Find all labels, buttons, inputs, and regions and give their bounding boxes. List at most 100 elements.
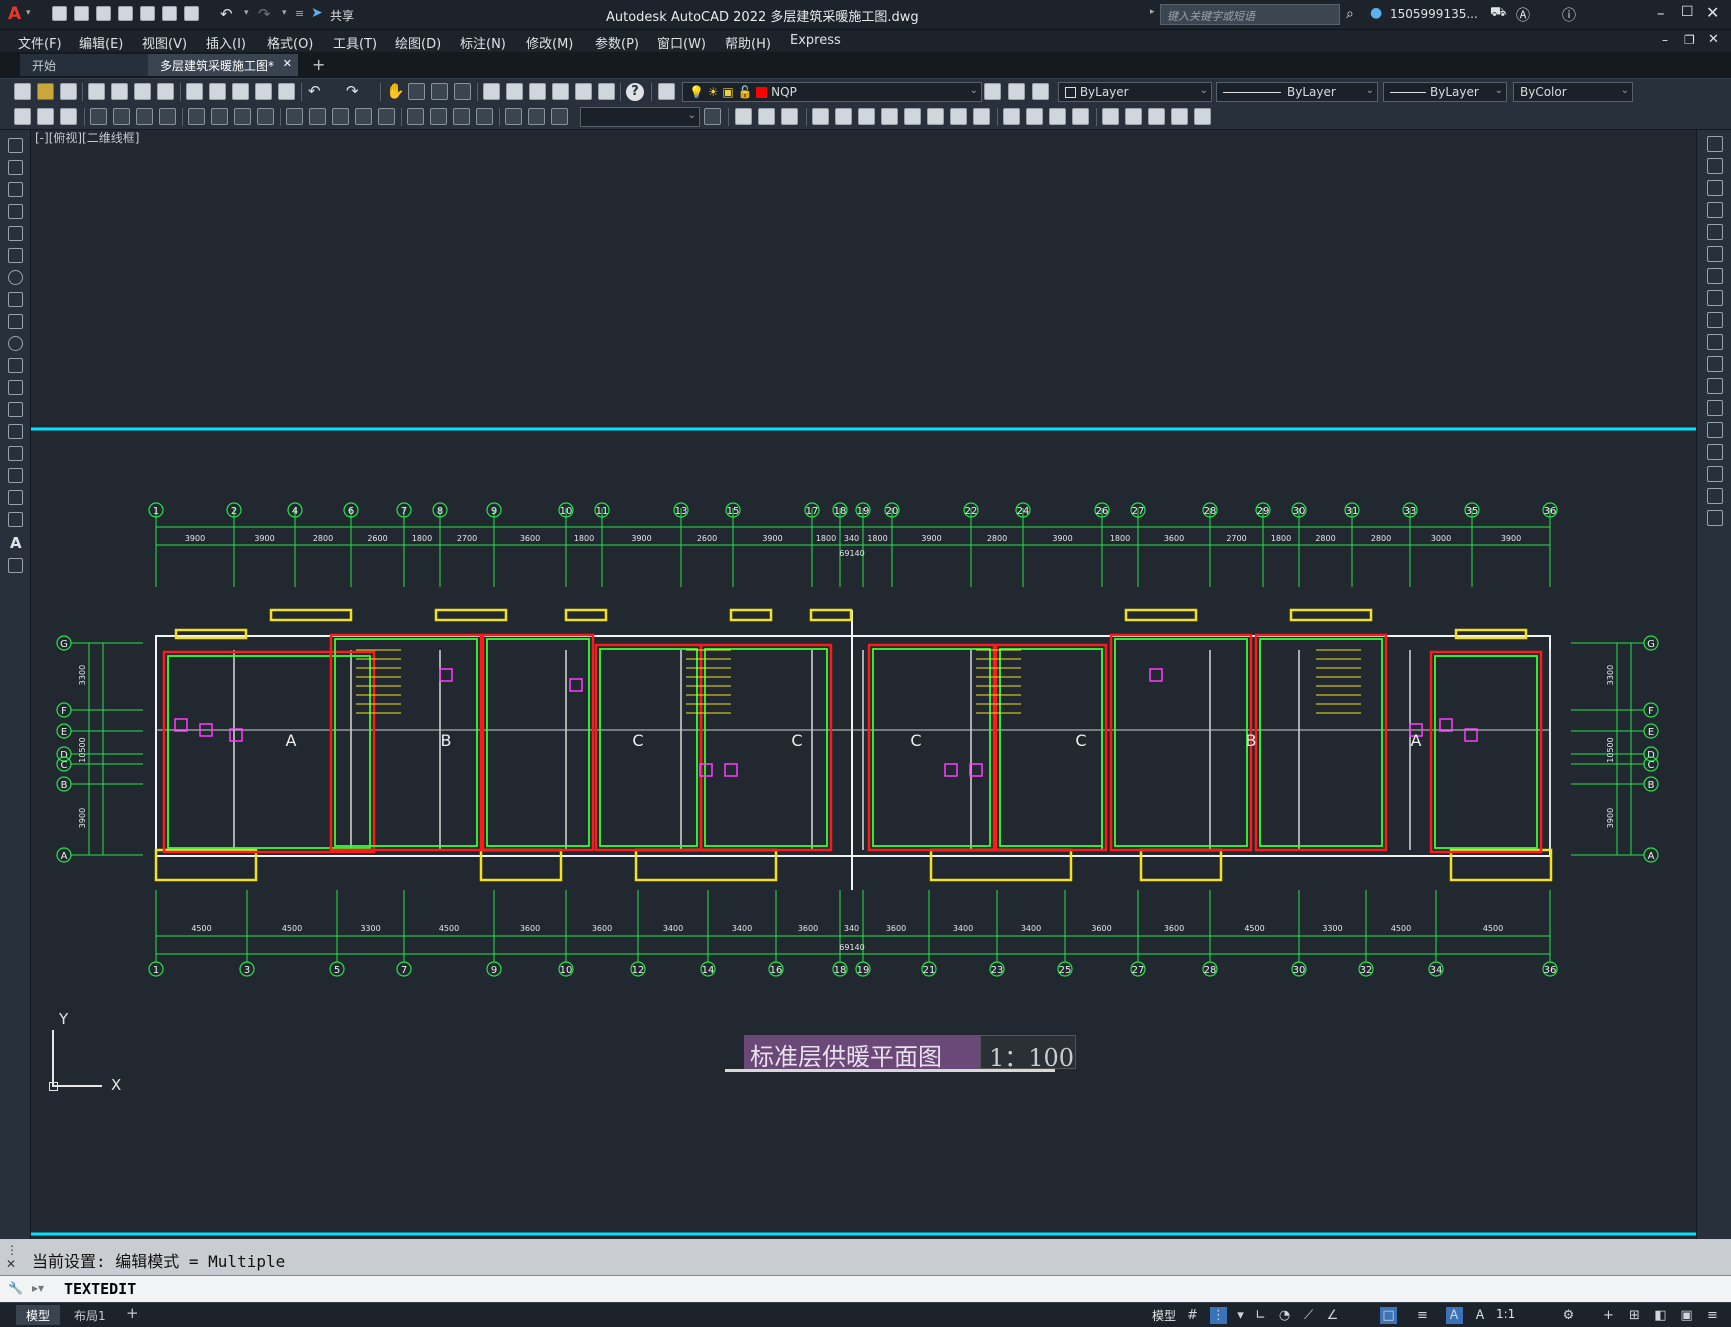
snap-icon[interactable]: ⋮ bbox=[1210, 1307, 1227, 1324]
plotstyle-combo[interactable]: ByColor ⌄ bbox=[1513, 82, 1633, 102]
publish-icon[interactable] bbox=[140, 6, 155, 21]
help-icon[interactable]: ? bbox=[626, 83, 644, 101]
workspace-gear-icon[interactable]: ⚙ bbox=[1560, 1307, 1577, 1324]
line-icon[interactable] bbox=[8, 138, 23, 153]
menu-window[interactable]: 窗口(W) bbox=[657, 33, 706, 52]
join-icon[interactable] bbox=[1026, 108, 1043, 125]
customize-icon[interactable]: 🔧 bbox=[8, 1281, 23, 1295]
menu-express[interactable]: Express bbox=[790, 33, 841, 48]
gradient-icon[interactable] bbox=[8, 468, 23, 483]
break-icon[interactable] bbox=[1003, 108, 1020, 125]
dim-edit-icon[interactable] bbox=[505, 108, 522, 125]
insert-block-icon[interactable] bbox=[8, 380, 23, 395]
point-icon[interactable] bbox=[8, 424, 23, 439]
paste-icon[interactable] bbox=[232, 83, 249, 100]
arc-icon[interactable] bbox=[8, 248, 23, 263]
erase-icon[interactable] bbox=[735, 108, 752, 125]
layer-states-icon[interactable] bbox=[1032, 83, 1049, 100]
add-layout-icon[interactable]: + bbox=[126, 1304, 139, 1322]
add-selected-icon[interactable] bbox=[8, 558, 23, 573]
menu-tools[interactable]: 工具(T) bbox=[333, 33, 377, 52]
dim-aligned-icon[interactable] bbox=[113, 108, 130, 125]
explode-icon[interactable] bbox=[1707, 510, 1723, 526]
rotate-icon[interactable] bbox=[881, 108, 898, 125]
rotate-icon[interactable] bbox=[1707, 268, 1723, 284]
recent-commands-icon[interactable]: ▸▾ bbox=[32, 1281, 44, 1295]
plot-icon[interactable] bbox=[88, 83, 105, 100]
properties-icon[interactable] bbox=[483, 83, 500, 100]
dim-space-icon[interactable] bbox=[355, 108, 372, 125]
design-center-icon[interactable] bbox=[506, 83, 523, 100]
dim-baseline-icon[interactable] bbox=[309, 108, 326, 125]
inspection-icon[interactable] bbox=[453, 108, 470, 125]
stretch-icon[interactable] bbox=[1707, 312, 1723, 328]
blend-curves-icon[interactable] bbox=[1707, 488, 1723, 504]
tab-drawing[interactable]: 多层建筑采暖施工图* ✕ bbox=[148, 54, 298, 76]
linetype-combo[interactable]: ByLayer ⌄ bbox=[1216, 82, 1378, 102]
circle-icon[interactable] bbox=[8, 270, 23, 285]
table-icon[interactable] bbox=[8, 512, 23, 527]
undo-icon[interactable]: ↶ bbox=[308, 82, 321, 100]
break-icon[interactable] bbox=[1707, 400, 1723, 416]
scale-icon[interactable] bbox=[904, 108, 921, 125]
menu-edit[interactable]: 编辑(E) bbox=[79, 33, 123, 52]
dim-break-icon[interactable] bbox=[378, 108, 395, 125]
tab-model[interactable]: 模型 bbox=[16, 1305, 61, 1325]
auto-scale-icon[interactable]: Ꭺ bbox=[1472, 1307, 1489, 1324]
menu-parametric[interactable]: 参数(P) bbox=[595, 33, 639, 52]
dim-arc-icon[interactable] bbox=[136, 108, 153, 125]
user-name[interactable]: 1505999135... bbox=[1390, 7, 1478, 21]
open-icon[interactable] bbox=[74, 6, 89, 21]
command-line[interactable]: 🔧 ▸▾ TEXTEDIT bbox=[0, 1275, 1731, 1302]
tool-palettes-icon[interactable] bbox=[529, 83, 546, 100]
mirror-icon[interactable] bbox=[781, 108, 798, 125]
redo-icon[interactable]: ↷ bbox=[258, 5, 271, 23]
ortho-icon[interactable]: ∟ bbox=[1252, 1307, 1269, 1324]
units-icon[interactable]: ⊞ bbox=[1626, 1307, 1643, 1324]
chevron-down-icon[interactable]: ▾ bbox=[244, 8, 249, 18]
chevron-right-icon[interactable]: ▸ bbox=[1150, 7, 1155, 17]
ellipse-icon[interactable] bbox=[8, 336, 23, 351]
dim-style-combo[interactable]: ⌄ bbox=[580, 107, 700, 127]
drawing-viewport[interactable]: [-][俯视][二维线框] 1 2 4 6 7 8 9 10 11 13 15 17 18 19 20 22 2… bbox=[31, 130, 1696, 1239]
ellipse-arc-icon[interactable] bbox=[8, 358, 23, 373]
dim-style-icon[interactable] bbox=[704, 108, 721, 125]
maximize-icon[interactable]: ☐ bbox=[1681, 4, 1694, 20]
explode-icon[interactable] bbox=[1102, 108, 1119, 125]
menu-dimension[interactable]: 标注(N) bbox=[460, 33, 506, 52]
3d-print-icon[interactable] bbox=[157, 83, 174, 100]
isolate-icon[interactable]: ◧ bbox=[1652, 1307, 1669, 1324]
trim-icon[interactable] bbox=[950, 108, 967, 125]
osnap-icon[interactable]: □ bbox=[1380, 1307, 1397, 1324]
lineweight-combo[interactable]: ByLayer ⌄ bbox=[1383, 82, 1507, 102]
workspace-icon[interactable] bbox=[14, 108, 31, 125]
copy-icon[interactable] bbox=[1707, 158, 1723, 174]
polygon-icon[interactable] bbox=[8, 204, 23, 219]
chevron-down-icon[interactable]: ▾ bbox=[282, 8, 287, 18]
cart-icon[interactable]: ⛟ bbox=[1490, 5, 1506, 22]
copy-object-icon[interactable] bbox=[758, 108, 775, 125]
zoom-window-icon[interactable] bbox=[431, 83, 448, 100]
menu-format[interactable]: 格式(O) bbox=[267, 33, 313, 52]
chamfer-icon[interactable] bbox=[1707, 444, 1723, 460]
move-icon[interactable] bbox=[1707, 246, 1723, 262]
make-block-icon[interactable] bbox=[8, 402, 23, 417]
dim-ordinate-icon[interactable] bbox=[159, 108, 176, 125]
move-icon[interactable] bbox=[858, 108, 875, 125]
plot-preview-icon[interactable] bbox=[111, 83, 128, 100]
close-icon[interactable]: ✕ bbox=[6, 1257, 16, 1271]
dim-radius-icon[interactable] bbox=[188, 108, 205, 125]
new-tab-icon[interactable]: + bbox=[312, 55, 325, 74]
menu-insert[interactable]: 插入(I) bbox=[206, 33, 246, 52]
customize-qat-icon[interactable]: ≡ bbox=[295, 7, 304, 20]
close-icon[interactable]: ✕ bbox=[1706, 3, 1719, 22]
dim-angular-icon[interactable] bbox=[257, 108, 274, 125]
model-space-button[interactable]: 模型 bbox=[1152, 1307, 1176, 1324]
save-icon[interactable] bbox=[60, 83, 77, 100]
send-back-icon[interactable] bbox=[1171, 108, 1188, 125]
stretch-icon[interactable] bbox=[927, 108, 944, 125]
minimize-icon[interactable]: – bbox=[1657, 4, 1665, 22]
fillet-icon[interactable] bbox=[1707, 466, 1723, 482]
color-combo[interactable]: ByLayer ⌄ bbox=[1058, 82, 1212, 102]
dim-continue-icon[interactable] bbox=[332, 108, 349, 125]
